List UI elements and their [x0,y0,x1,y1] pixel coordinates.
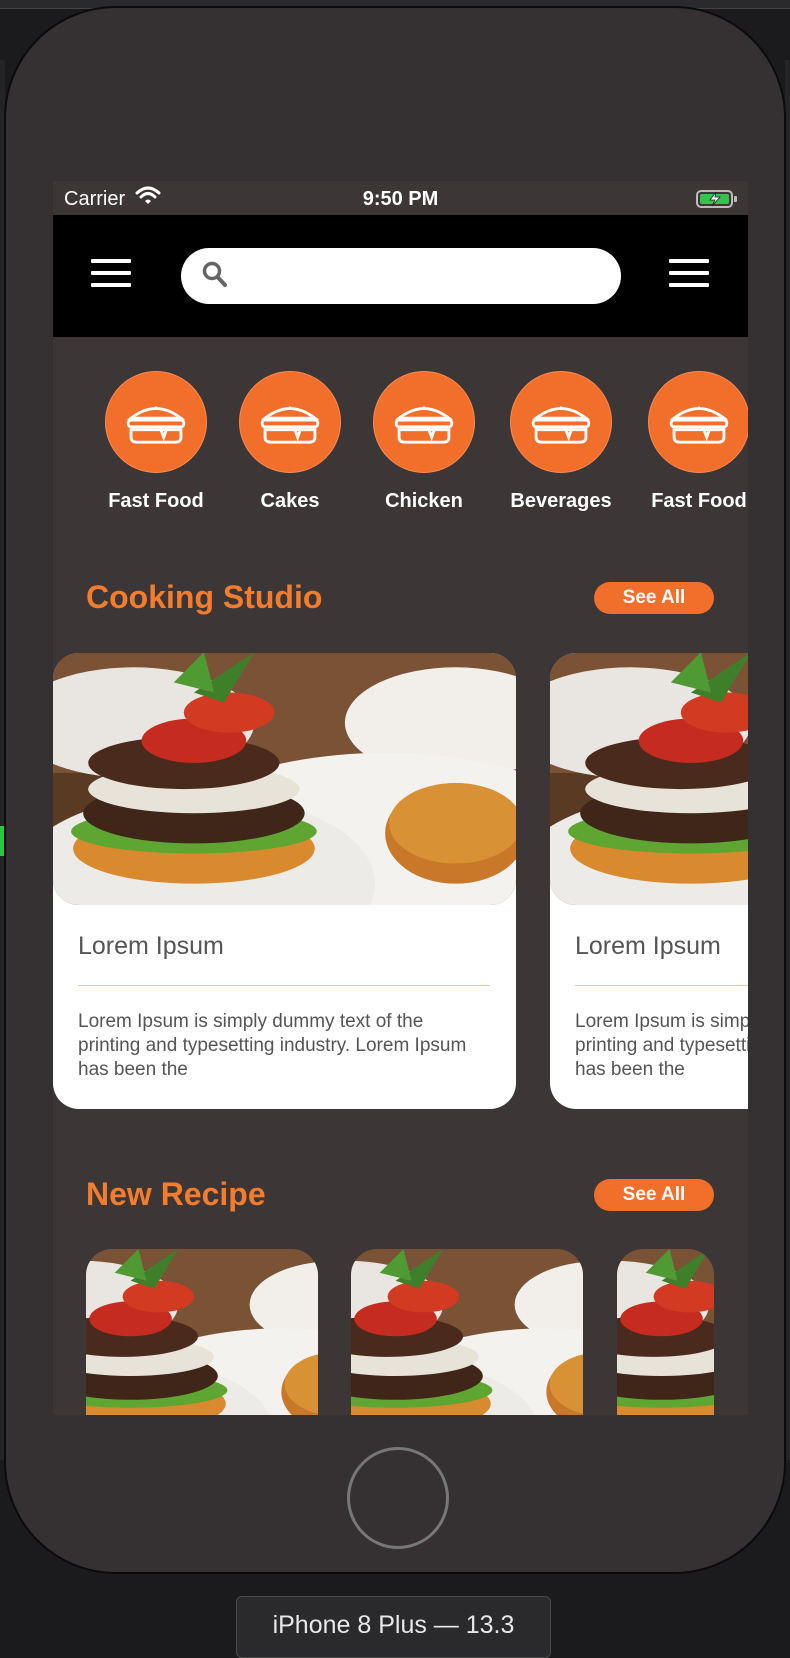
simulator-device-label: iPhone 8 Plus — 13.3 [236,1596,551,1658]
card-title: Lorem Ipsum [575,932,721,960]
category-label: Fast Food [108,490,204,512]
home-button[interactable] [347,1447,449,1549]
card-divider [78,985,490,986]
category-label: Cakes [260,490,320,512]
recipe-thumbnail[interactable] [617,1249,714,1415]
cooking-studio-card[interactable]: Lorem Ipsum Lorem Ipsum is simply dummy … [550,653,748,1109]
battery-charging-icon [696,190,737,208]
app-screen: Carrier 9:50 PM Fast Food Cakes Chicken … [53,181,748,1415]
burger-icon [373,371,475,473]
category-label: Fast Food [651,490,747,512]
category-item[interactable]: Fast Food [629,371,748,513]
food-image [550,653,748,905]
status-time: 9:50 PM [362,188,439,210]
phone-frame: Carrier 9:50 PM Fast Food Cakes Chicken … [4,6,786,1574]
cooking-studio-title: Cooking Studio [86,579,323,615]
category-item[interactable]: Fast Food [86,371,226,513]
top-navigation-bar [53,215,748,337]
menu-left-button[interactable] [91,259,131,289]
card-title: Lorem Ipsum [78,932,224,960]
recipe-thumbnail[interactable] [86,1249,318,1415]
burger-icon [648,371,748,473]
category-label: Beverages [510,490,612,512]
category-list: Fast Food Cakes Chicken Beverages Fast F… [53,371,748,513]
food-image [53,653,516,905]
search-input[interactable] [181,248,621,304]
new-recipe-see-all-button[interactable]: See All [594,1179,714,1211]
menu-right-button[interactable] [669,259,709,289]
cooking-studio-card[interactable]: Lorem Ipsum Lorem Ipsum is simply dummy … [53,653,516,1109]
category-item[interactable]: Chicken [354,371,494,513]
category-item[interactable]: Beverages [491,371,631,513]
search-icon [202,261,227,287]
card-description: Lorem Ipsum is simply dummy text of the … [575,1011,748,1080]
status-bar: Carrier 9:50 PM [53,181,748,215]
category-label: Chicken [385,490,463,512]
category-item[interactable]: Cakes [220,371,360,513]
burger-icon [510,371,612,473]
cooking-studio-see-all-button[interactable]: See All [594,582,714,614]
card-divider [575,985,748,986]
burger-icon [239,371,341,473]
recipe-thumbnail[interactable] [351,1249,583,1415]
card-description: Lorem Ipsum is simply dummy text of the … [78,1011,467,1080]
new-recipe-title: New Recipe [86,1176,266,1212]
burger-icon [105,371,207,473]
